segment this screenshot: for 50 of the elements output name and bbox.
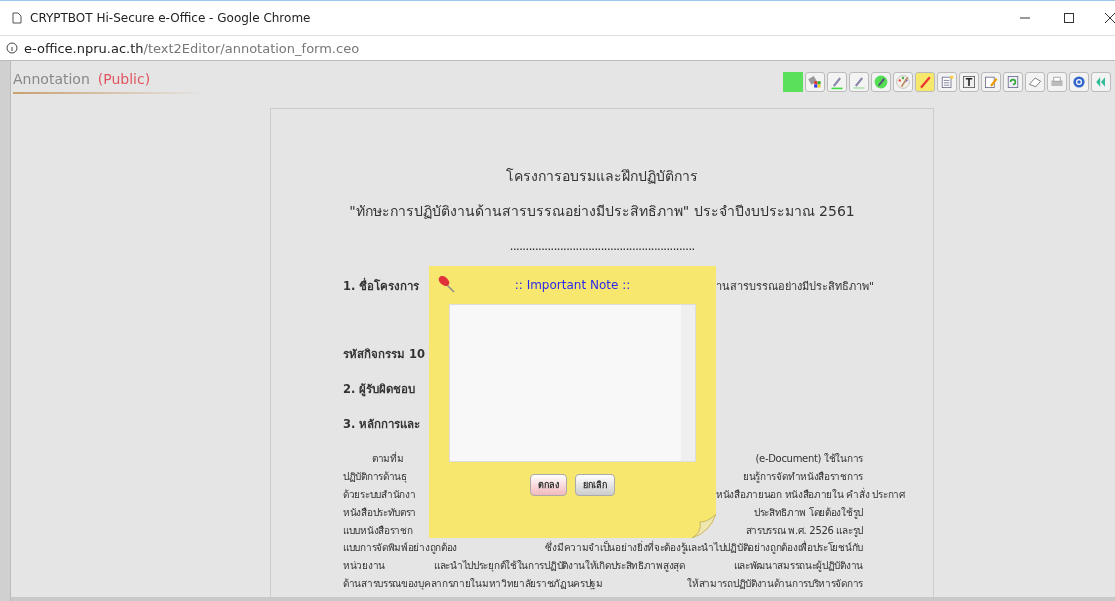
- paragraph-text: หนังสือภายนอก หนังสือภายใน คำสั่ง ประกาศ: [716, 486, 905, 502]
- info-icon[interactable]: [6, 42, 18, 54]
- paragraph-text: ปฏิบัติการด้านธุ: [343, 469, 408, 484]
- dotted-separator: ...........................................................: [508, 237, 696, 255]
- document-title: โครงการอบรมและฝึกปฏิบัติการ: [505, 167, 699, 185]
- paragraph-text: (e-Document) ใช้ในการ: [754, 451, 863, 466]
- document-icon: [939, 74, 955, 90]
- pencil-icon: [873, 74, 889, 90]
- tool-button[interactable]: [959, 72, 979, 92]
- paragraph-text: ตามที่ม: [371, 450, 405, 466]
- note-dialog[interactable]: :: Important Note :: ตกลง ยกเลิก: [429, 266, 716, 538]
- ok-button[interactable]: ตกลง: [530, 474, 567, 496]
- folded-corner-icon: [692, 514, 716, 538]
- document-icon: [1005, 74, 1021, 90]
- text-icon: [961, 74, 977, 90]
- field-value: านสารบรรณอย่างมีประสิทธิภาพ": [716, 278, 875, 295]
- close-icon[interactable]: [1105, 13, 1115, 23]
- paragraph-text: หน่วยงาน และนำไปประยุกต์ใช้ในการปฏิบัติงานให้เกิดประสิทธิภาพสูงสุด และพัฒนาสมรรถนะผู้ปฏิบัติงาน: [342, 559, 864, 574]
- edit-document-icon: [983, 74, 999, 90]
- tool-button[interactable]: [871, 72, 891, 92]
- address-field[interactable]: e-office.npru.ac.th/text2Editor/annotation_form.ceo: [24, 40, 360, 56]
- palette-icon: [895, 74, 911, 90]
- pushpin-icon: [437, 274, 457, 294]
- tool-button[interactable]: [937, 72, 957, 92]
- note-field[interactable]: [449, 304, 696, 462]
- window-title: CRYPTBOT Hi-Secure e-Office - Google Chrome: [30, 11, 311, 25]
- paragraph-text: ประสิทธิภาพ โดยต้องใช้รูป: [752, 505, 863, 520]
- maximize-icon[interactable]: [1064, 13, 1074, 23]
- visibility-label: (Public): [97, 71, 151, 87]
- paragraph-text: แบบการจัดพิมพ์อย่างถูกต้อง ซึ่งมีความจำเป็นอย่างยิ่งที่จะต้องรู้และนำไปปฏิบัติอย่างถูกต้องเพื่อประโยชน์กับ: [342, 539, 864, 556]
- page-title: Annotation: [13, 71, 90, 87]
- page-icon: [12, 12, 22, 24]
- pencil-icon: [829, 74, 845, 90]
- field-label: 3. หลักการและ: [343, 415, 422, 433]
- paragraph-text: ด้วยระบบสำนักงา: [343, 487, 417, 502]
- note-title: :: Important Note ::: [514, 278, 631, 292]
- tool-button[interactable]: [981, 72, 1001, 92]
- field-label: 1. ชื่อโครงการ: [343, 276, 421, 295]
- paragraph-text: ด้านสารบรรณของบุคลากรภายในมหาวิทยาลัยราชภัฏนครปฐม ให้สามารถปฏิบัติงานด้านการบริหารจัดการ: [342, 577, 864, 592]
- color-swatch[interactable]: [783, 72, 803, 92]
- marker-icon: [917, 74, 933, 90]
- cancel-button[interactable]: ยกเลิก: [575, 474, 615, 496]
- paragraph-text: แบบหนังสือราชก: [343, 523, 414, 538]
- field-label: 2. ผู้รับผิดชอบ: [343, 380, 417, 398]
- paragraph-text: หนังสือประทับตรา: [343, 505, 418, 520]
- paragraph-text: ยนรู้การจัดทำหนังสือราชการ: [742, 469, 863, 484]
- tool-button[interactable]: [1003, 72, 1023, 92]
- paragraph-text: สารบรรณ พ.ศ. 2526 และรูป: [744, 523, 863, 538]
- field-label: รหัสกิจกรรม 10: [343, 345, 426, 363]
- document-subtitle: "ทักษะการปฏิบัติงานด้านสารบรรณอย่างมีประสิทธิภาพ" ประจำปีงบประมาณ 2561: [348, 202, 856, 220]
